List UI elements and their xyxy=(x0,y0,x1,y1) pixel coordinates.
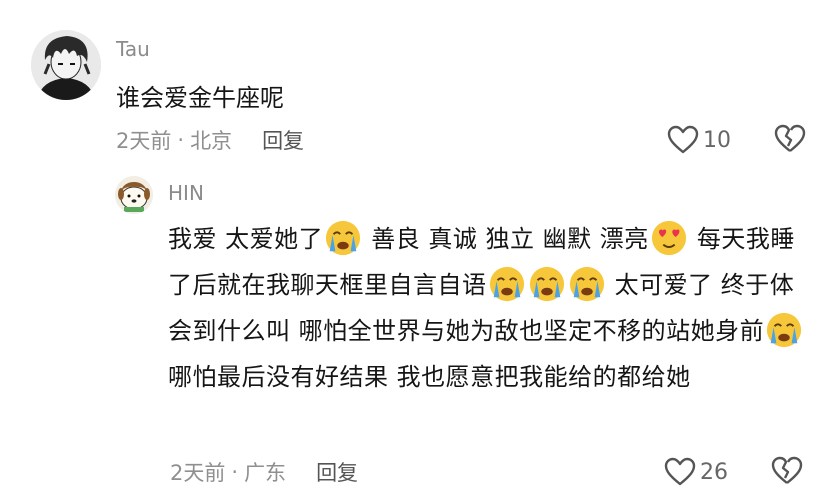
avatar-tau[interactable] xyxy=(31,30,101,100)
heart-eyes-emoji xyxy=(651,220,686,256)
comment-location: 北京 xyxy=(190,129,233,153)
meta-separator: · xyxy=(231,460,239,484)
like-count: 10 xyxy=(703,127,731,153)
dislike-button[interactable] xyxy=(773,121,807,159)
reply-time: 2天前 xyxy=(170,461,226,485)
reply-button[interactable]: 回复 xyxy=(316,457,358,487)
broken-heart-icon xyxy=(771,456,803,484)
reply-actions: 26 xyxy=(664,453,804,491)
reply-button[interactable]: 回复 xyxy=(262,125,304,155)
comment-text: 谁会爱金牛座呢 xyxy=(116,84,284,112)
comment-actions: 10 xyxy=(667,121,807,159)
heart-outline-icon xyxy=(664,457,696,486)
broken-heart-icon xyxy=(774,124,806,152)
avatar-hin[interactable] xyxy=(115,176,153,214)
like-button[interactable]: 10 xyxy=(667,125,773,155)
comment-time: 2天前 xyxy=(116,129,172,153)
heart-outline-icon xyxy=(667,125,699,154)
loudly-crying-face-emoji xyxy=(326,220,361,256)
loudly-crying-face-emoji xyxy=(767,312,802,348)
loudly-crying-face-emoji xyxy=(569,266,604,302)
reply-segment: 哪怕最后没有好结果 我也愿意把我能给的都给她 xyxy=(168,363,691,391)
like-count: 26 xyxy=(700,459,728,485)
reply-meta: 2天前 · 广东 回复 xyxy=(170,457,358,487)
reply-segment: 我爱 太爱她了 xyxy=(168,225,324,253)
loudly-crying-face-emoji xyxy=(489,266,524,302)
loudly-crying-face-emoji xyxy=(529,266,564,302)
like-button[interactable]: 26 xyxy=(664,457,770,487)
reply-location: 广东 xyxy=(244,461,287,485)
reply-segment: 善良 真诚 独立 幽默 漂亮 xyxy=(363,225,649,253)
meta-separator: · xyxy=(177,128,185,152)
dislike-button[interactable] xyxy=(770,453,804,491)
comment-meta: 2天前 · 北京 回复 xyxy=(116,125,304,155)
comment-username[interactable]: Tau xyxy=(116,37,150,61)
reply-text: 我爱 太爱她了 善良 真诚 独立 幽默 漂亮 每天我睡了后就在我聊天框里自言自语… xyxy=(168,216,808,400)
reply-username[interactable]: HIN xyxy=(168,181,204,205)
